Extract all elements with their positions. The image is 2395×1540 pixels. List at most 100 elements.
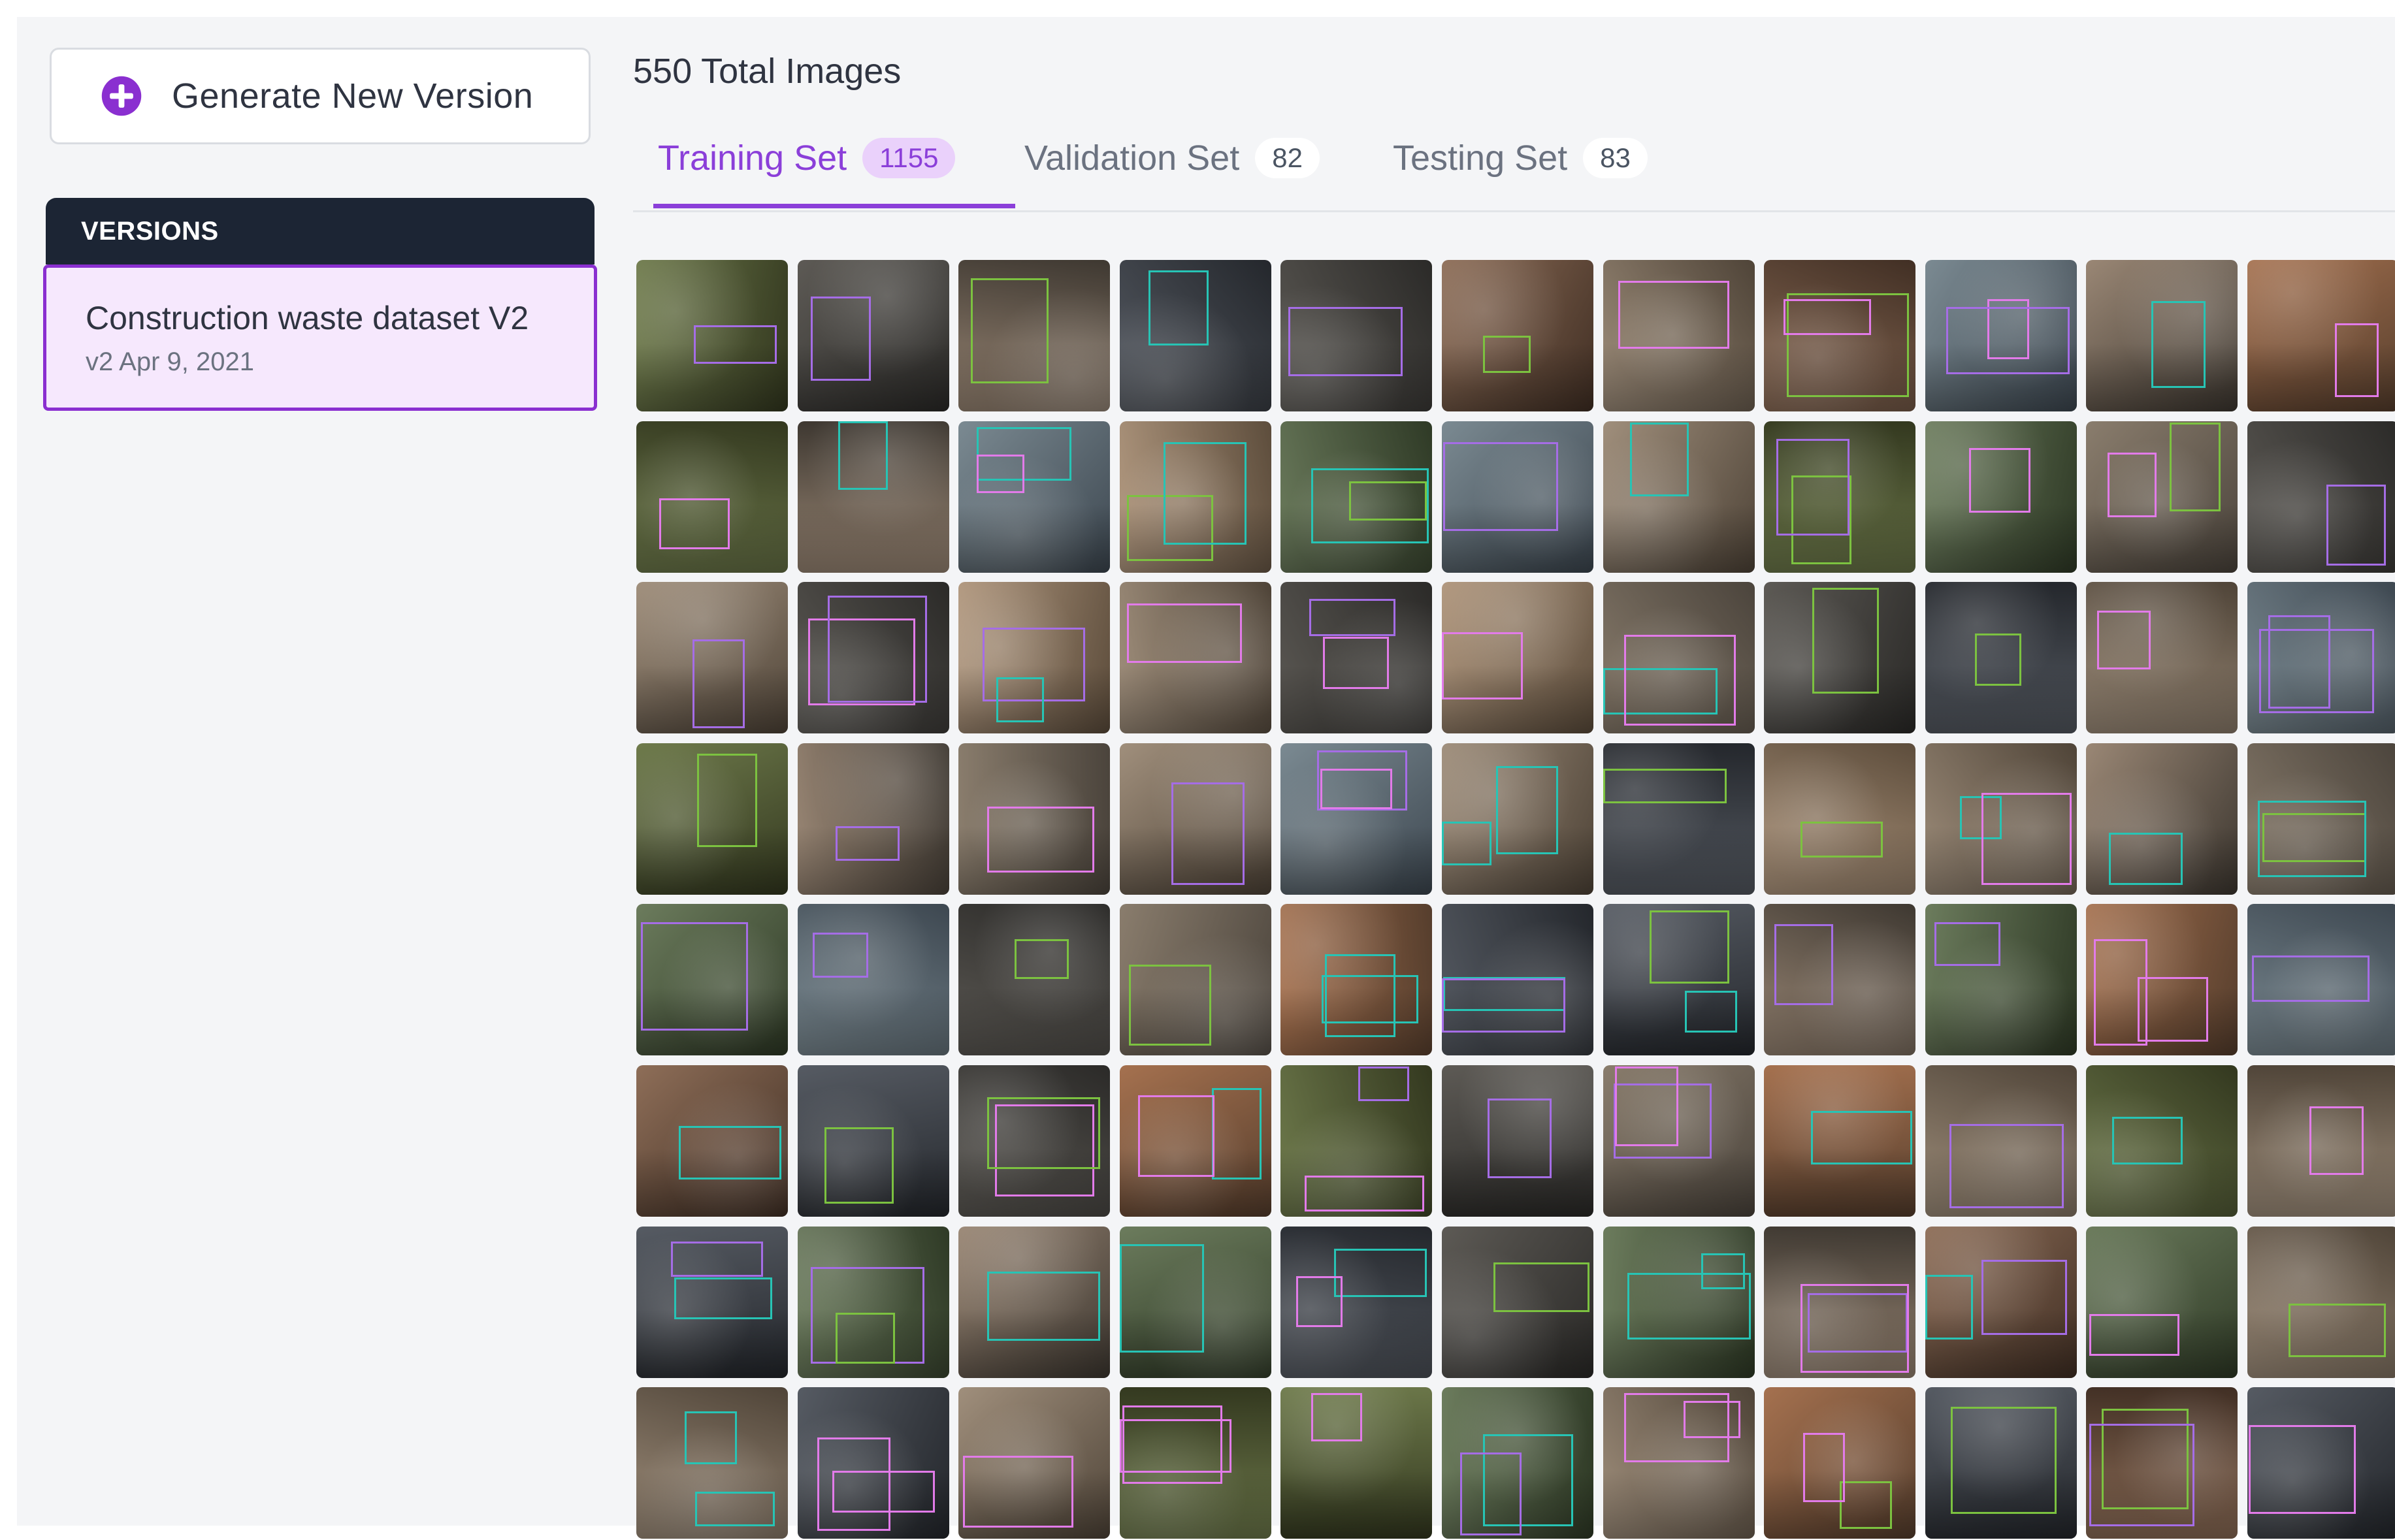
dataset-image-thumbnail[interactable] — [1441, 1065, 1593, 1217]
dataset-image-thumbnail[interactable] — [1280, 582, 1433, 734]
dataset-image-thumbnail[interactable] — [1119, 743, 1271, 895]
dataset-image-thumbnail[interactable] — [1119, 260, 1271, 411]
dataset-image-thumbnail[interactable] — [2086, 904, 2238, 1056]
dataset-image-thumbnail[interactable] — [1603, 582, 1755, 734]
dataset-image-thumbnail[interactable] — [2247, 421, 2395, 573]
generate-new-version-button[interactable]: Generate New Version — [50, 48, 591, 144]
dataset-image-thumbnail[interactable] — [958, 421, 1111, 573]
dataset-image-thumbnail[interactable] — [1925, 1226, 2077, 1378]
dataset-image-thumbnail[interactable] — [797, 260, 949, 411]
dataset-image-thumbnail[interactable] — [2247, 582, 2395, 734]
dataset-image-thumbnail[interactable] — [797, 904, 949, 1056]
annotation-bbox — [1774, 923, 1833, 1005]
dataset-image-thumbnail[interactable] — [1603, 260, 1755, 411]
dataset-image-thumbnail[interactable] — [1280, 1226, 1433, 1378]
dataset-image-thumbnail[interactable] — [1280, 743, 1433, 895]
dataset-image-thumbnail[interactable] — [797, 582, 949, 734]
dataset-image-thumbnail[interactable] — [1119, 1226, 1271, 1378]
dataset-image-thumbnail[interactable] — [636, 1387, 788, 1539]
dataset-image-thumbnail[interactable] — [1764, 1226, 1916, 1378]
dataset-image-thumbnail[interactable] — [1441, 582, 1593, 734]
dataset-image-thumbnail[interactable] — [1925, 743, 2077, 895]
dataset-image-thumbnail[interactable] — [2086, 260, 2238, 411]
dataset-image-thumbnail[interactable] — [1280, 421, 1433, 573]
dataset-image-thumbnail[interactable] — [797, 1226, 949, 1378]
dataset-image-thumbnail[interactable] — [1603, 1065, 1755, 1217]
dataset-image-thumbnail[interactable] — [2247, 904, 2395, 1056]
dataset-image-thumbnail[interactable] — [1119, 582, 1271, 734]
dataset-image-thumbnail[interactable] — [958, 582, 1111, 734]
dataset-image-thumbnail[interactable] — [1441, 1387, 1593, 1539]
dataset-image-thumbnail[interactable] — [1119, 904, 1271, 1056]
total-images-count: 550 Total Images — [633, 52, 902, 91]
dataset-image-thumbnail[interactable] — [2086, 1065, 2238, 1217]
dataset-image-thumbnail[interactable] — [1280, 904, 1433, 1056]
dataset-image-thumbnail[interactable] — [1764, 743, 1916, 895]
dataset-image-thumbnail[interactable] — [958, 1065, 1111, 1217]
dataset-image-thumbnail[interactable] — [958, 1387, 1111, 1539]
annotation-bbox — [696, 754, 757, 847]
dataset-image-thumbnail[interactable] — [1764, 1065, 1916, 1217]
dataset-image-thumbnail[interactable] — [1925, 1065, 2077, 1217]
dataset-image-thumbnail[interactable] — [1441, 421, 1593, 573]
dataset-image-thumbnail[interactable] — [797, 1387, 949, 1539]
dataset-image-thumbnail[interactable] — [2086, 582, 2238, 734]
dataset-image-thumbnail[interactable] — [2086, 421, 2238, 573]
dataset-image-thumbnail[interactable] — [1925, 1387, 2077, 1539]
dataset-image-thumbnail[interactable] — [636, 743, 788, 895]
annotation-bbox — [835, 826, 900, 861]
dataset-image-thumbnail[interactable] — [1280, 1065, 1433, 1217]
version-item-selected[interactable]: Construction waste dataset V2 v2 Apr 9, … — [43, 265, 597, 411]
tab-training-set[interactable]: Training Set 1155 — [658, 133, 956, 183]
dataset-image-thumbnail[interactable] — [636, 904, 788, 1056]
dataset-image-thumbnail[interactable] — [958, 260, 1111, 411]
dataset-image-thumbnail[interactable] — [797, 421, 949, 573]
dataset-image-thumbnail[interactable] — [1925, 260, 2077, 411]
tab-validation-set[interactable]: Validation Set 82 — [1024, 133, 1320, 183]
dataset-image-thumbnail[interactable] — [1441, 904, 1593, 1056]
dataset-image-thumbnail[interactable] — [1119, 1065, 1271, 1217]
version-meta: v2 Apr 9, 2021 — [86, 347, 254, 376]
dataset-image-thumbnail[interactable] — [2247, 1387, 2395, 1539]
dataset-image-thumbnail[interactable] — [1119, 1387, 1271, 1539]
dataset-image-thumbnail[interactable] — [1603, 904, 1755, 1056]
dataset-image-thumbnail[interactable] — [636, 1226, 788, 1378]
dataset-image-thumbnail[interactable] — [636, 260, 788, 411]
dataset-image-thumbnail[interactable] — [1441, 260, 1593, 411]
dataset-image-thumbnail[interactable] — [2086, 1387, 2238, 1539]
dataset-image-thumbnail[interactable] — [1441, 1226, 1593, 1378]
dataset-image-thumbnail[interactable] — [2247, 743, 2395, 895]
dataset-image-thumbnail[interactable] — [1925, 421, 2077, 573]
dataset-image-thumbnail[interactable] — [797, 743, 949, 895]
dataset-image-thumbnail[interactable] — [1280, 1387, 1433, 1539]
dataset-image-thumbnail[interactable] — [958, 743, 1111, 895]
dataset-image-thumbnail[interactable] — [1925, 582, 2077, 734]
dataset-image-thumbnail[interactable] — [636, 1065, 788, 1217]
tab-testing-set[interactable]: Testing Set 83 — [1393, 133, 1648, 183]
dataset-image-thumbnail[interactable] — [958, 1226, 1111, 1378]
dataset-image-thumbnail[interactable] — [1603, 1387, 1755, 1539]
annotation-bbox — [694, 325, 777, 364]
dataset-image-thumbnail[interactable] — [1603, 421, 1755, 573]
dataset-image-thumbnail[interactable] — [1764, 904, 1916, 1056]
annotation-bbox — [987, 807, 1095, 873]
dataset-image-thumbnail[interactable] — [1764, 421, 1916, 573]
dataset-image-thumbnail[interactable] — [1764, 1387, 1916, 1539]
dataset-image-thumbnail[interactable] — [1280, 260, 1433, 411]
dataset-image-thumbnail[interactable] — [1603, 743, 1755, 895]
dataset-image-thumbnail[interactable] — [2247, 1226, 2395, 1378]
dataset-image-thumbnail[interactable] — [2247, 260, 2395, 411]
dataset-image-thumbnail[interactable] — [2086, 743, 2238, 895]
dataset-image-thumbnail[interactable] — [1764, 582, 1916, 734]
dataset-image-thumbnail[interactable] — [1441, 743, 1593, 895]
dataset-image-thumbnail[interactable] — [2247, 1065, 2395, 1217]
dataset-image-thumbnail[interactable] — [2086, 1226, 2238, 1378]
dataset-image-thumbnail[interactable] — [1119, 421, 1271, 573]
dataset-image-thumbnail[interactable] — [636, 421, 788, 573]
dataset-image-thumbnail[interactable] — [797, 1065, 949, 1217]
dataset-image-thumbnail[interactable] — [1603, 1226, 1755, 1378]
dataset-image-thumbnail[interactable] — [1764, 260, 1916, 411]
dataset-image-thumbnail[interactable] — [958, 904, 1111, 1056]
dataset-image-thumbnail[interactable] — [1925, 904, 2077, 1056]
dataset-image-thumbnail[interactable] — [636, 582, 788, 734]
